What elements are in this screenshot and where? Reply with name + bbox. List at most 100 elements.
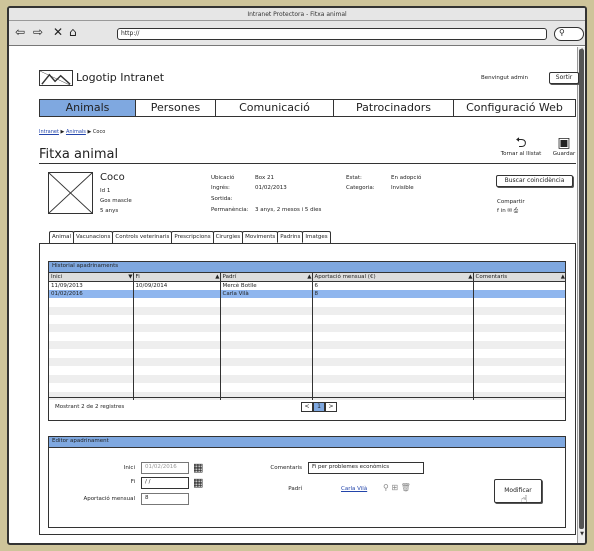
table-row-empty xyxy=(49,323,565,332)
calendar-icon[interactable]: ▦ xyxy=(193,476,203,489)
records-count: Mostrant 2 de 2 registres xyxy=(55,404,125,410)
welcome-text: Benvingut admin xyxy=(481,75,529,81)
sponsor-link[interactable]: Carla Vilà xyxy=(341,486,367,492)
comments-field[interactable]: Fi per problemes econòmics xyxy=(308,462,424,474)
pager-prev[interactable]: < xyxy=(301,402,313,412)
table-row-empty xyxy=(49,315,565,324)
animal-id: Id 1 xyxy=(100,188,111,194)
subtab-controls-veterinaris[interactable]: Controls veterinaris xyxy=(112,231,173,243)
column-header-padri[interactable]: Padrí ▲ xyxy=(220,273,313,282)
browser-window: Intranet Protectora - Fitxa animal ⇦ ⇨ ✕… xyxy=(7,6,587,545)
modify-button[interactable]: Modificar xyxy=(494,479,542,503)
table-row-empty xyxy=(49,374,565,383)
sort-up-icon: ▲ xyxy=(307,273,312,280)
find-match-button[interactable]: Buscar coincidència xyxy=(496,175,573,187)
subtab-animal[interactable]: Animal xyxy=(49,231,75,243)
stop-icon[interactable]: ✕ xyxy=(53,25,63,39)
status-value: En adopció xyxy=(391,175,422,181)
column-header-aportacio[interactable]: Aportació mensual (€) ▲ xyxy=(312,273,474,282)
table-header-row: Inici ▼ Fi ▲ Padrí ▲ Aportació mensual (€) ▲… xyxy=(49,273,565,282)
add-icon[interactable]: ⊞ xyxy=(391,483,398,492)
table-cell: Mercè Botlle xyxy=(220,281,313,290)
history-panel-title: Historial apadrinaments xyxy=(49,262,565,273)
table-row-empty xyxy=(49,340,565,349)
url-field[interactable]: http:// xyxy=(117,28,547,40)
breadcrumb-animals[interactable]: Animals xyxy=(66,129,86,135)
browser-search-field[interactable]: ⚲ xyxy=(554,27,584,41)
exit-label: Sortida: xyxy=(211,196,233,202)
share-label: Compartir xyxy=(497,199,525,205)
page-content: Logotip Intranet Benvingut admin Sortir … xyxy=(21,47,579,543)
table-row-empty xyxy=(49,349,565,358)
share-icons[interactable]: f in ✉ ⎙ xyxy=(497,208,518,215)
pager-next[interactable]: > xyxy=(325,402,337,412)
delete-icon[interactable]: 🗑 xyxy=(401,483,411,492)
save-disk-icon: ▣ xyxy=(557,135,571,151)
scroll-down-icon[interactable]: ▼ xyxy=(578,531,585,537)
sort-up-icon: ▲ xyxy=(215,273,220,280)
intake-value: 01/02/2013 xyxy=(255,185,287,191)
end-date-field[interactable]: / / xyxy=(141,477,189,489)
save-button[interactable]: ▣ Guardar xyxy=(550,135,578,157)
nav-tab-configuracio-web[interactable]: Configuració Web xyxy=(454,100,575,116)
back-to-list-button[interactable]: ⮌ Tornar al llistat xyxy=(494,135,548,157)
back-arrow-icon[interactable]: ⇦ xyxy=(15,25,25,39)
nav-tab-patrocinadors[interactable]: Patrocinadors xyxy=(334,100,454,116)
subtab-vacunacions[interactable]: Vacunacions xyxy=(73,231,114,243)
table-cell xyxy=(473,281,565,290)
monthly-contribution-field[interactable]: 8 xyxy=(141,493,189,505)
subtab-padrins[interactable]: Padrins xyxy=(277,231,304,243)
scrollbar-thumb[interactable] xyxy=(579,49,584,529)
search-icon[interactable]: ⚲ xyxy=(383,483,389,492)
table-cell xyxy=(473,289,565,298)
back-to-list-label: Tornar al llistat xyxy=(500,151,542,157)
table-cell: 11/09/2013 xyxy=(49,281,134,290)
pager-page-1[interactable]: 1 xyxy=(313,402,325,412)
table-cell: 8 xyxy=(312,289,474,298)
status-label: Estat: xyxy=(346,175,362,181)
divider xyxy=(39,163,576,164)
table-row-empty xyxy=(49,357,565,366)
subtab-cirurgies[interactable]: Cirurgies xyxy=(212,231,244,243)
nav-tab-animals[interactable]: Animals xyxy=(40,100,136,116)
page-title: Fitxa animal xyxy=(39,147,119,162)
table-footer-divider xyxy=(49,397,565,398)
animal-name: Coco xyxy=(100,172,125,183)
breadcrumb-current: Coco xyxy=(92,129,106,135)
column-header-comentaris[interactable]: Comentaris ▲ xyxy=(473,273,565,282)
start-date-label: Inici xyxy=(123,465,135,471)
table-cell: 6 xyxy=(312,281,474,290)
column-header-fi[interactable]: Fi ▲ xyxy=(133,273,221,282)
table-row[interactable]: 11/09/2013 10/09/2014 Mercè Botlle 6 xyxy=(49,281,565,290)
column-header-inici[interactable]: Inici ▼ xyxy=(49,273,134,282)
pointer-hand-icon: ☝ xyxy=(521,493,528,506)
sort-up-icon: ▲ xyxy=(560,273,565,280)
table-row-selected[interactable]: 01/02/2016 Carla Vilà 8 xyxy=(49,289,565,298)
save-label: Guardar xyxy=(552,151,576,157)
subtab-prescripcions[interactable]: Prescripcions xyxy=(171,231,214,243)
calendar-icon[interactable]: ▦ xyxy=(193,461,203,474)
animal-subtabs: Animal Vacunacions Controls veterinaris … xyxy=(49,231,331,243)
nav-tab-persones[interactable]: Persones xyxy=(136,100,216,116)
back-arrow-icon: ⮌ xyxy=(515,135,527,151)
intake-label: Ingrés: xyxy=(211,185,230,191)
home-icon[interactable]: ⌂ xyxy=(69,25,77,39)
breadcrumb-intranet[interactable]: Intranet xyxy=(39,129,59,135)
logout-button[interactable]: Sortir xyxy=(549,72,579,84)
table-row-empty xyxy=(49,391,565,400)
subtab-moviments[interactable]: Moviments xyxy=(242,231,279,243)
table-cell: Carla Vilà xyxy=(220,289,313,298)
window-title: Intranet Protectora - Fitxa animal xyxy=(9,8,585,21)
sponsor-actions: ⚲ ⊞ 🗑 xyxy=(383,483,411,492)
editor-panel: Editor apadrinament Inici 01/02/2016 ▦ F… xyxy=(48,436,566,528)
history-panel: Historial apadrinaments Inici ▼ Fi ▲ Padrí… xyxy=(48,261,566,421)
page-scrollbar[interactable]: ▲ ▼ xyxy=(577,47,585,543)
nav-tab-comunicacio[interactable]: Comunicació xyxy=(216,100,334,116)
padrins-tab-panel: Historial apadrinaments Inici ▼ Fi ▲ Padrí… xyxy=(39,243,576,535)
forward-arrow-icon[interactable]: ⇨ xyxy=(33,25,43,39)
pagination: < 1 > xyxy=(301,402,337,412)
subtab-imatges[interactable]: Imatges xyxy=(302,231,331,243)
animal-type: Gos mascle xyxy=(100,198,132,204)
category-label: Categoria: xyxy=(346,185,375,191)
start-date-field[interactable]: 01/02/2016 xyxy=(141,462,189,474)
